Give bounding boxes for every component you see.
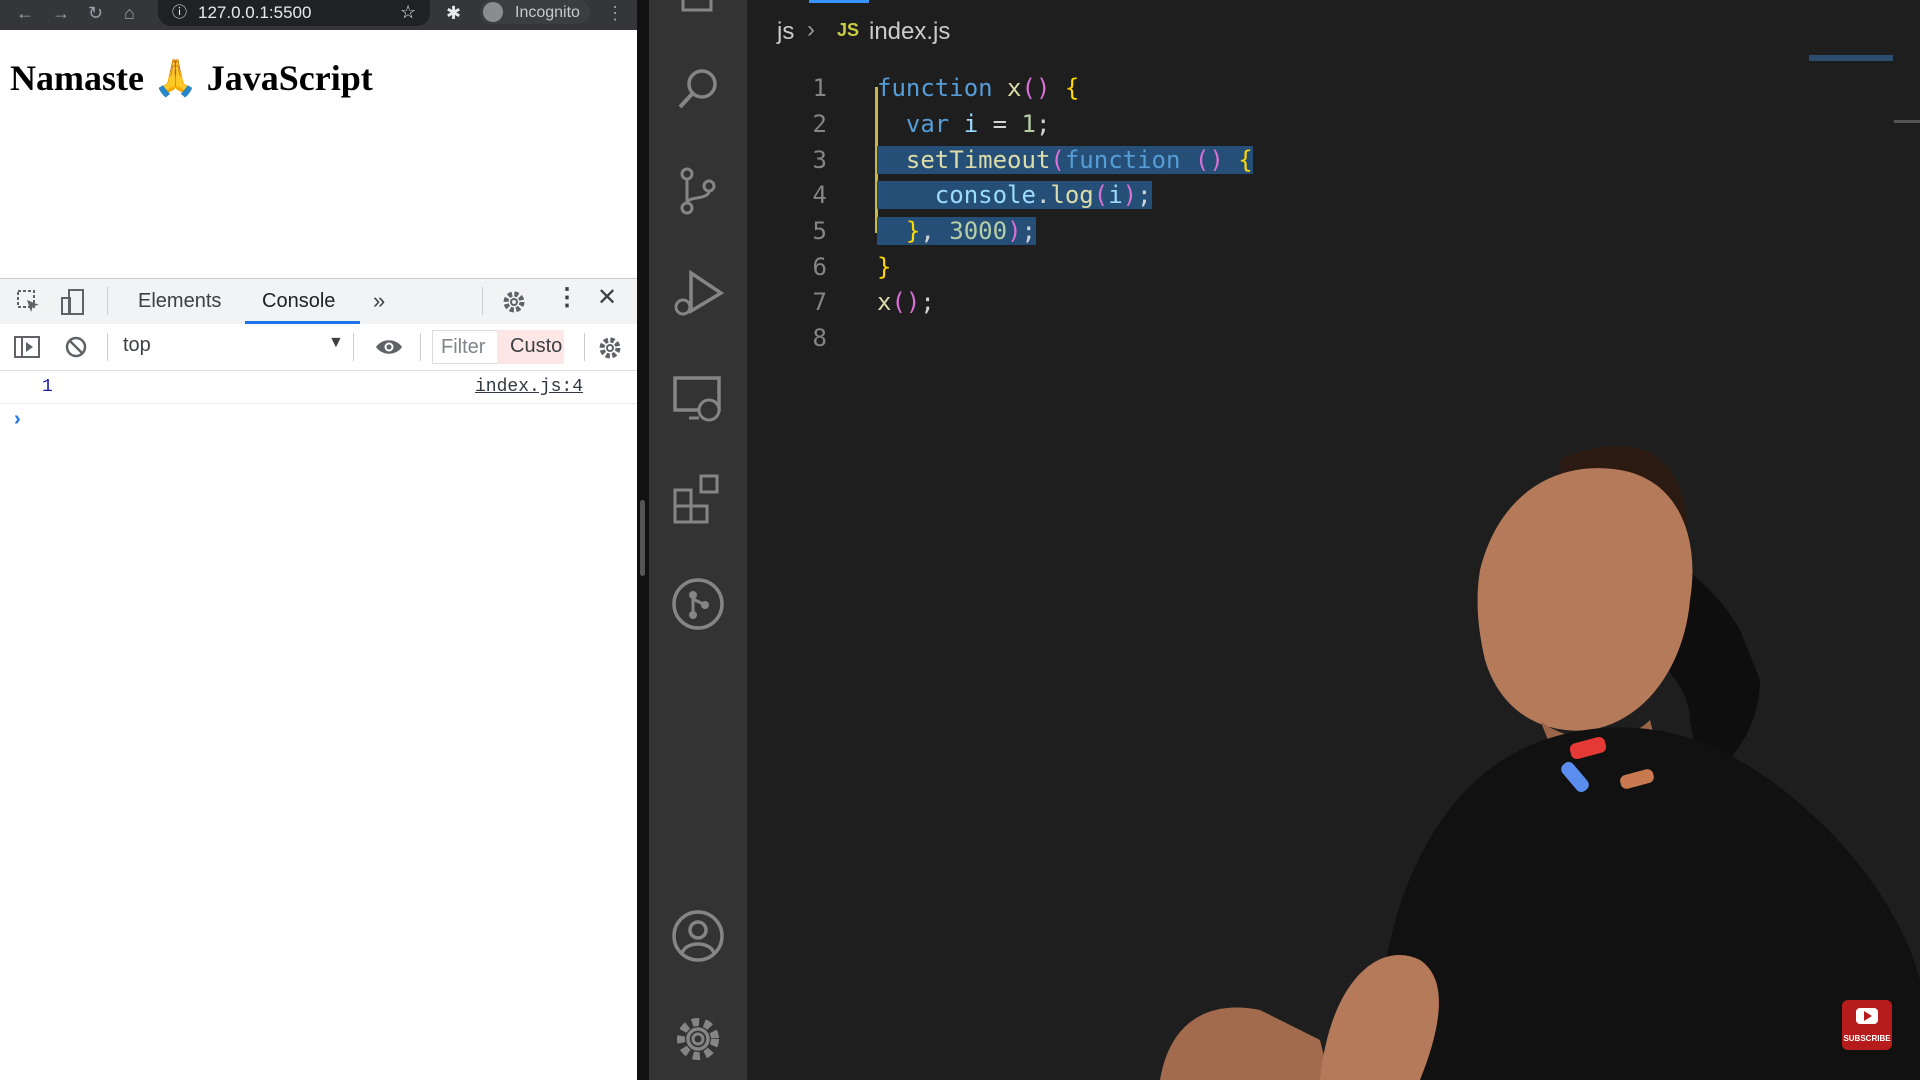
toolbar-divider bbox=[482, 287, 483, 315]
line-number: 8 bbox=[812, 324, 827, 352]
url-text: 127.0.0.1:5500 bbox=[198, 3, 312, 22]
code-line: } bbox=[877, 253, 892, 281]
home-icon[interactable]: ⌂ bbox=[124, 2, 135, 24]
devtools-menu-icon[interactable]: ⋮ bbox=[555, 286, 579, 310]
toolbar-divider bbox=[107, 287, 108, 315]
scrollbar-marker bbox=[1894, 120, 1920, 123]
settings-gear-icon[interactable] bbox=[669, 1010, 727, 1068]
javascript-file-icon: JS bbox=[837, 20, 860, 40]
inspect-element-icon[interactable] bbox=[16, 289, 42, 315]
show-sidebar-icon[interactable] bbox=[14, 335, 40, 359]
line-number: 5 bbox=[812, 217, 827, 245]
toolbar-divider bbox=[353, 333, 354, 361]
chevron-down-icon[interactable]: ▼ bbox=[328, 334, 344, 352]
console-log-value: 1 bbox=[42, 377, 53, 397]
page-heading: Namaste 🙏 JavaScript bbox=[10, 58, 373, 98]
minimap-viewport[interactable] bbox=[1809, 55, 1893, 61]
browser-window: ← → ↻ ⌂ ⓘ 127.0.0.1:5500 ☆ ✱ Incognito ⋮… bbox=[0, 0, 637, 1080]
browser-menu-icon[interactable]: ⋮ bbox=[606, 2, 624, 24]
close-devtools-icon[interactable]: ✕ bbox=[597, 286, 617, 310]
devtools-panel: Elements Console » ⋮ ✕ top ▼ Filter Cust… bbox=[0, 278, 637, 1080]
toolbar-divider bbox=[584, 333, 585, 361]
presenter-webcam-overlay bbox=[1160, 446, 1920, 1080]
device-toolbar-icon[interactable] bbox=[60, 288, 86, 316]
run-debug-icon[interactable] bbox=[669, 265, 727, 323]
extensions-icon[interactable] bbox=[669, 470, 727, 528]
divider-handle[interactable] bbox=[640, 500, 645, 576]
clear-console-icon[interactable] bbox=[64, 335, 88, 359]
toolbar-divider bbox=[107, 333, 108, 361]
subscribe-label: SUBSCRIBE bbox=[1843, 1034, 1891, 1043]
code-line: setTimeout(function () { bbox=[877, 142, 1253, 178]
filter-placeholder: Filter bbox=[441, 336, 486, 358]
account-icon[interactable] bbox=[669, 907, 727, 965]
presenter-hand-left bbox=[1160, 1007, 1330, 1080]
line-number: 7 bbox=[812, 288, 827, 316]
line-number: 2 bbox=[812, 110, 827, 138]
presenter-face bbox=[1477, 468, 1693, 731]
incognito-icon bbox=[483, 2, 503, 22]
subscribe-button[interactable]: SUBSCRIBE bbox=[1842, 1000, 1892, 1050]
console-prompt[interactable]: › bbox=[14, 408, 21, 431]
devtools-tabbar: Elements Console » ⋮ ✕ bbox=[0, 278, 637, 325]
active-editor-tab-indicator bbox=[809, 0, 869, 3]
execution-context-select[interactable]: top bbox=[123, 334, 151, 357]
code-line: console.log(i); bbox=[877, 177, 1152, 213]
breadcrumb-file[interactable]: index.js bbox=[869, 18, 950, 46]
line-number: 3 bbox=[812, 146, 827, 174]
code-line: function x() { bbox=[877, 74, 1080, 102]
site-info-icon[interactable]: ⓘ bbox=[172, 2, 187, 24]
code-line: x(); bbox=[877, 288, 935, 316]
bookmark-star-icon[interactable]: ☆ bbox=[400, 1, 416, 23]
console-message: 1 index.js:4 bbox=[0, 371, 637, 404]
log-levels-dropdown[interactable]: Custo bbox=[497, 330, 564, 364]
browser-toolbar: ← → ↻ ⌂ ⓘ 127.0.0.1:5500 ☆ ✱ Incognito ⋮ bbox=[0, 0, 637, 30]
files-icon[interactable] bbox=[669, 0, 727, 36]
breadcrumb-folder[interactable]: js bbox=[777, 18, 794, 46]
console-filter-input[interactable]: Filter bbox=[432, 330, 498, 364]
tab-console[interactable]: Console bbox=[262, 289, 335, 313]
live-expression-eye-icon[interactable] bbox=[374, 336, 404, 358]
source-control-icon[interactable] bbox=[669, 162, 727, 220]
reload-icon[interactable]: ↻ bbox=[88, 2, 103, 24]
back-arrow-icon[interactable]: ← bbox=[16, 2, 34, 24]
play-triangle-icon bbox=[1864, 1011, 1872, 1021]
code-line: }, 3000); bbox=[877, 213, 1036, 249]
line-number: 1 bbox=[812, 74, 827, 102]
search-icon[interactable] bbox=[669, 60, 727, 118]
remote-explorer-icon[interactable] bbox=[669, 370, 727, 428]
console-source-link[interactable]: index.js:4 bbox=[475, 377, 583, 397]
activity-bar bbox=[649, 0, 747, 1080]
console-settings-gear-icon[interactable] bbox=[597, 335, 623, 361]
tab-elements[interactable]: Elements bbox=[138, 289, 221, 313]
web-page: Namaste 🙏 JavaScript bbox=[0, 30, 637, 278]
extensions-puzzle-icon[interactable]: ✱ bbox=[446, 2, 461, 24]
forward-arrow-icon[interactable]: → bbox=[52, 2, 70, 24]
code-line: var i = 1; bbox=[905, 110, 1051, 138]
log-levels-label: Custo bbox=[510, 335, 563, 357]
line-number: 6 bbox=[812, 253, 827, 281]
console-filter-bar: top ▼ Filter Custo bbox=[0, 324, 637, 371]
git-graph-icon[interactable] bbox=[669, 575, 727, 633]
incognito-label: Incognito bbox=[515, 4, 580, 21]
address-bar[interactable]: ⓘ 127.0.0.1:5500 ☆ bbox=[158, 0, 430, 26]
line-number: 4 bbox=[812, 181, 827, 209]
presenter-hand-right bbox=[1320, 955, 1439, 1080]
toolbar-divider bbox=[420, 333, 421, 361]
devtools-settings-gear-icon[interactable] bbox=[501, 289, 527, 315]
chevron-right-icon: › bbox=[807, 16, 815, 43]
more-tabs-icon[interactable]: » bbox=[373, 289, 385, 313]
